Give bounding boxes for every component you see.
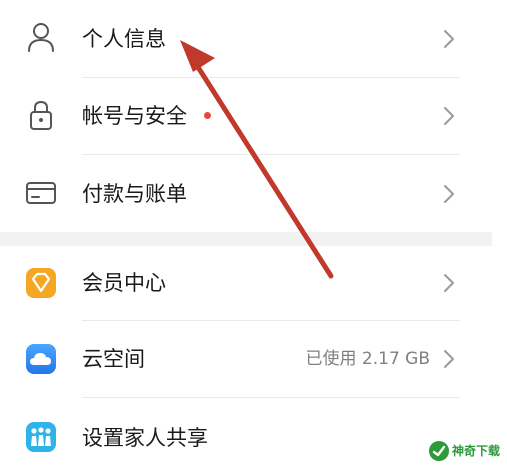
right-edge-strip (492, 0, 507, 470)
row-membership-center-label: 会员中心 (82, 271, 166, 295)
row-family-sharing[interactable]: 设置家人共享 (0, 398, 492, 470)
chevron-right-icon (444, 107, 454, 125)
membership-diamond-icon (26, 268, 56, 298)
row-membership-center[interactable]: 会员中心 (0, 246, 492, 320)
watermark-text: 神奇下载 (452, 444, 501, 458)
row-cloud-space-label: 云空间 (82, 347, 145, 371)
row-personal-info-label: 个人信息 (82, 27, 166, 51)
section-separator (0, 232, 492, 246)
watermark-logo-icon (429, 441, 449, 461)
lock-icon (30, 100, 52, 130)
cloud-usage-value: 已使用 2.17 GB (305, 349, 431, 369)
row-payment-billing[interactable]: 付款与账单 (0, 155, 492, 232)
family-sharing-icon (26, 422, 56, 452)
row-account-security[interactable]: 帐号与安全 (0, 78, 492, 155)
row-family-sharing-label: 设置家人共享 (82, 426, 208, 450)
chevron-right-icon (444, 185, 454, 203)
notification-badge-dot (204, 112, 211, 119)
person-icon (28, 23, 54, 52)
row-personal-info[interactable]: 个人信息 (0, 0, 492, 78)
row-account-security-label: 帐号与安全 (82, 104, 187, 128)
cloud-icon (26, 344, 56, 374)
chevron-right-icon (444, 274, 454, 292)
row-cloud-space[interactable]: 云空间 已使用 2.17 GB (0, 321, 492, 397)
chevron-right-icon (444, 350, 454, 368)
site-watermark: 神奇下载 (428, 437, 502, 465)
card-icon (26, 182, 56, 204)
row-payment-billing-label: 付款与账单 (82, 182, 187, 206)
chevron-right-icon (444, 30, 454, 48)
